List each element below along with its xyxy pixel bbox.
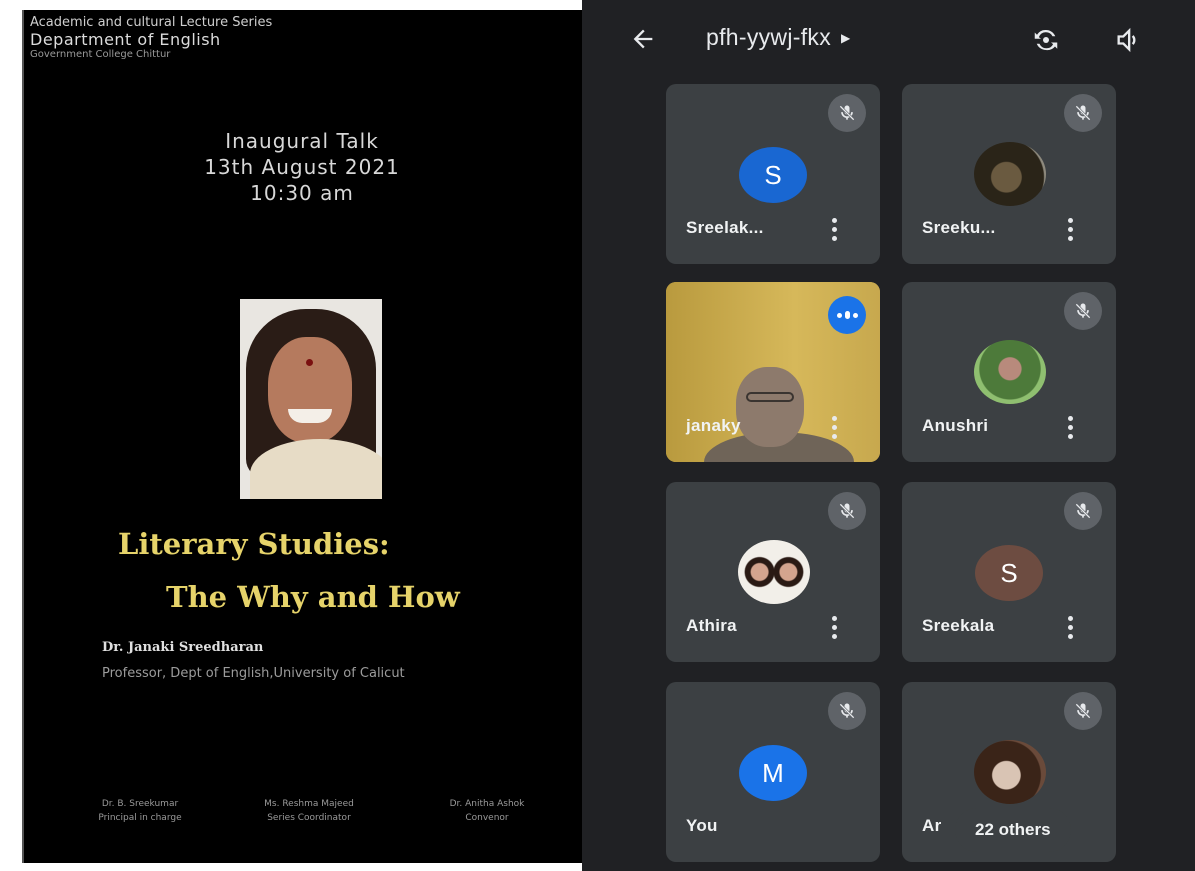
- lecture-title-line1: Literary Studies:: [118, 527, 390, 561]
- coordinator-role: Convenor: [465, 812, 509, 823]
- more-options-button[interactable]: [824, 412, 844, 442]
- avatar: S: [975, 545, 1043, 601]
- mic-off-icon: [839, 503, 855, 519]
- participant-name: You: [686, 816, 718, 835]
- coordinator: Dr. Anitha Ashok Convenor: [422, 798, 552, 825]
- avatar: [738, 540, 810, 604]
- meet-call-panel: pfh-yywj-fkx ▶ S Sreelak... Sreeku... ja…: [582, 0, 1195, 871]
- participant-tile[interactable]: S Sreekala: [902, 482, 1116, 662]
- mic-off-icon: [1075, 503, 1091, 519]
- meeting-code[interactable]: pfh-yywj-fkx ▶: [706, 24, 851, 51]
- others-count-chip[interactable]: 22 others: [955, 808, 1071, 852]
- avatar: [974, 142, 1046, 206]
- call-top-bar: pfh-yywj-fkx ▶: [582, 0, 1195, 82]
- caret-right-icon: ▶: [841, 30, 851, 45]
- more-options-button[interactable]: [1060, 412, 1080, 442]
- meeting-code-text: pfh-yywj-fkx: [706, 24, 832, 50]
- mic-off-icon: [1075, 105, 1091, 121]
- talk-date: 13th August 2021: [204, 155, 400, 179]
- talk-time: 10:30 am: [250, 181, 354, 205]
- poster-divider: [22, 10, 24, 863]
- talk-details: Inaugural Talk 13th August 2021 10:30 am: [172, 128, 432, 206]
- back-button[interactable]: [626, 22, 660, 56]
- participant-tile[interactable]: Athira: [666, 482, 880, 662]
- coordinator-role: Principal in charge: [98, 812, 182, 823]
- mic-off-indicator: [1064, 692, 1102, 730]
- coordinator-name: Dr. Anitha Ashok: [449, 799, 525, 809]
- coordinator-name: Dr. B. Sreekumar: [101, 799, 179, 809]
- more-options-button[interactable]: [1060, 214, 1080, 244]
- others-label: 22 others: [975, 820, 1051, 839]
- avatar: [974, 740, 1046, 804]
- mic-off-indicator: [1064, 292, 1102, 330]
- speaker-photo: [240, 299, 382, 499]
- camera-switch-icon: [1034, 29, 1058, 51]
- participant-name: Athira: [686, 616, 737, 635]
- more-options-button[interactable]: [824, 612, 844, 642]
- lecture-series: Academic and cultural Lecture Series: [30, 15, 273, 30]
- arrow-left-icon: [633, 29, 653, 49]
- speaker-name: Dr. Janaki Sreedharan: [102, 640, 264, 655]
- participant-tile[interactable]: janaky: [666, 282, 880, 462]
- mic-off-indicator: [828, 94, 866, 132]
- poster-header: Academic and cultural Lecture Series Dep…: [30, 15, 273, 61]
- mic-off-indicator: [1064, 94, 1102, 132]
- speaker-icon: [1117, 27, 1136, 53]
- avatar: M: [739, 745, 807, 801]
- audio-level-icon: [828, 296, 866, 334]
- mic-off-icon: [1075, 703, 1091, 719]
- participant-name: Anushri: [922, 416, 989, 435]
- speaker-affiliation: Professor, Dept of English,University of…: [102, 666, 405, 681]
- coordinator-name: Ms. Reshma Majeed: [264, 799, 354, 809]
- mic-off-icon: [1075, 303, 1091, 319]
- talk-title: Inaugural Talk: [225, 129, 379, 153]
- mic-off-icon: [839, 105, 855, 121]
- mic-off-icon: [839, 703, 855, 719]
- participant-tile[interactable]: Sreeku...: [902, 84, 1116, 264]
- participant-tile[interactable]: Anushri: [902, 282, 1116, 462]
- participant-tile[interactable]: S Sreelak...: [666, 84, 880, 264]
- participant-name: janaky: [686, 416, 741, 435]
- more-options-button[interactable]: [824, 214, 844, 244]
- more-options-button[interactable]: [1060, 612, 1080, 642]
- college-name: Government College Chittur: [30, 49, 171, 61]
- participant-tile[interactable]: M You: [666, 682, 880, 862]
- avatar: S: [739, 147, 807, 203]
- mic-off-indicator: [1064, 492, 1102, 530]
- lecture-title-line2: The Why and How: [166, 580, 460, 614]
- participant-name: Sreekala: [922, 616, 995, 635]
- coordinator-role: Series Coordinator: [267, 812, 351, 823]
- avatar: [974, 340, 1046, 404]
- coordinator: Ms. Reshma Majeed Series Coordinator: [234, 798, 384, 825]
- participant-name: Sreelak...: [686, 218, 764, 237]
- lecture-poster: Academic and cultural Lecture Series Dep…: [0, 10, 582, 863]
- audio-output-button[interactable]: [1110, 22, 1146, 58]
- participant-name: Ar: [922, 816, 942, 835]
- department-name: Department of English: [30, 29, 221, 49]
- coordinator: Dr. B. Sreekumar Principal in charge: [70, 798, 210, 825]
- switch-camera-button[interactable]: [1028, 22, 1064, 58]
- mic-off-indicator: [828, 492, 866, 530]
- mic-off-indicator: [828, 692, 866, 730]
- participant-name: Sreeku...: [922, 218, 996, 237]
